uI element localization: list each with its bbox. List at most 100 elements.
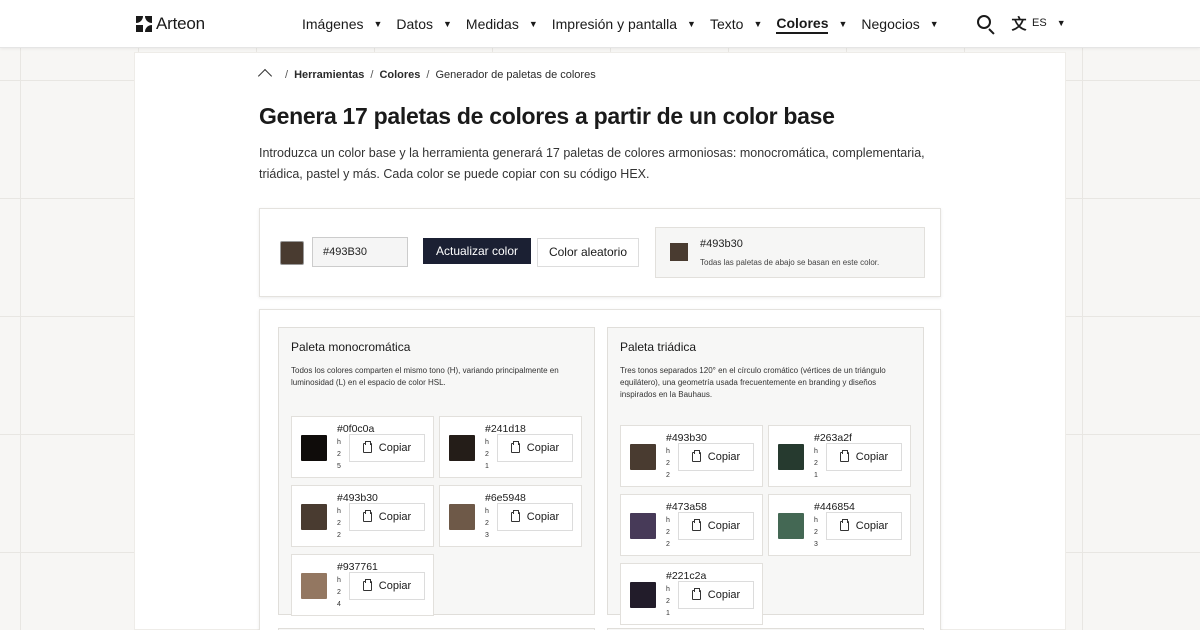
color-card: #6e5948 h 2 3 Copiar — [439, 485, 582, 547]
breadcrumb-link-colores[interactable]: Colores — [379, 69, 420, 81]
copy-button[interactable]: Copiar — [678, 581, 754, 609]
menu-item-label: Negocios — [861, 16, 920, 32]
copy-button[interactable]: Copiar — [678, 443, 754, 471]
copy-button[interactable]: Copiar — [678, 512, 754, 540]
clipboard-icon — [510, 510, 520, 522]
color-meta-line: 2 — [337, 520, 341, 527]
color-meta: h 2 2 — [337, 506, 343, 542]
color-picker-swatch[interactable] — [280, 241, 304, 265]
page-title: Genera 17 paletas de colores a partir de… — [259, 103, 835, 129]
copy-label: Copiar — [378, 442, 412, 454]
main-menu: Imágenes ▼ Datos ▼ Medidas ▼ Impresión y… — [302, 0, 953, 48]
clipboard-icon — [691, 450, 701, 462]
palette-title: Paleta monocromática — [291, 340, 411, 354]
color-meta-line: 2 — [666, 598, 670, 605]
color-swatch — [778, 444, 804, 470]
color-meta-line: h — [666, 586, 670, 593]
color-meta: h 2 2 — [666, 446, 672, 482]
copy-button[interactable]: Copiar — [349, 434, 425, 462]
color-swatch — [630, 444, 656, 470]
clipboard-icon — [691, 519, 701, 531]
language-selector[interactable]: 文 ES ▼ — [1010, 13, 1066, 34]
color-meta-line: 2 — [814, 460, 818, 467]
caret-down-icon: ▼ — [1056, 18, 1066, 28]
color-meta-line: 3 — [485, 532, 489, 539]
caret-down-icon: ▼ — [528, 19, 538, 29]
clipboard-icon — [691, 588, 701, 600]
color-meta: h 2 1 — [485, 437, 491, 473]
color-card: #473a58 h 2 2 Copiar — [620, 494, 763, 556]
palettes-container: Paleta monocromática Todos los colores c… — [259, 309, 941, 630]
palette-description: Todos los colores comparten el mismo ton… — [291, 366, 559, 387]
copy-button[interactable]: Copiar — [497, 503, 573, 531]
color-swatch — [301, 573, 327, 599]
color-meta-line: 2 — [666, 460, 670, 467]
color-meta: h 2 2 — [666, 515, 672, 551]
color-meta-line: 2 — [337, 589, 341, 596]
menu-item-label: Texto — [709, 16, 744, 32]
color-meta-line: 2 — [485, 451, 489, 458]
copy-label: Copiar — [378, 511, 412, 523]
breadcrumb-current: Generador de paletas de colores — [435, 69, 596, 81]
copy-button[interactable]: Copiar — [826, 512, 902, 540]
color-meta-line: h — [337, 577, 341, 584]
color-meta-line: 1 — [666, 610, 670, 617]
color-card: #493b30 h 2 2 Copiar — [620, 425, 763, 487]
hex-input[interactable] — [312, 237, 408, 267]
translate-icon: 文 — [1011, 15, 1027, 33]
color-meta-line: 1 — [485, 463, 489, 470]
palette-description: Tres tonos separados 120° en el círculo … — [620, 366, 886, 399]
nav-actions: 文 ES ▼ — [976, 12, 1066, 35]
brand-logo[interactable]: Arteon — [136, 14, 205, 34]
copy-label: Copiar — [855, 520, 889, 532]
page-description: Introduzca un color base y la herramient… — [259, 146, 925, 181]
color-meta: h 2 5 — [337, 437, 343, 473]
copy-button[interactable]: Copiar — [497, 434, 573, 462]
color-swatch — [630, 582, 656, 608]
clipboard-icon — [362, 510, 372, 522]
top-navbar: Arteon Imágenes ▼ Datos ▼ Medidas ▼ Impr… — [0, 0, 1200, 48]
color-swatch — [630, 513, 656, 539]
random-color-button[interactable]: Color aleatorio — [537, 238, 639, 267]
color-swatch — [778, 513, 804, 539]
menu-item-datos[interactable]: Datos ▼ — [396, 0, 452, 48]
palette-triadic: Paleta triádica Tres tonos separados 120… — [607, 327, 924, 625]
palette-title: Paleta triádica — [620, 340, 697, 354]
menu-item-negocios[interactable]: Negocios ▼ — [861, 0, 938, 48]
color-meta-line: h — [814, 517, 818, 524]
menu-item-imagenes[interactable]: Imágenes ▼ — [302, 0, 382, 48]
menu-item-label: Datos — [396, 16, 433, 32]
color-swatch — [301, 504, 327, 530]
menu-item-colores[interactable]: Colores ▼ — [776, 0, 847, 48]
clipboard-icon — [362, 579, 372, 591]
copy-button[interactable]: Copiar — [349, 503, 425, 531]
color-card: #937761 h 2 4 Copiar — [291, 554, 434, 616]
language-code: ES — [1032, 17, 1047, 29]
palette-monochromatic: Paleta monocromática Todos los colores c… — [278, 327, 595, 616]
clipboard-icon — [362, 441, 372, 453]
current-color-swatch — [670, 243, 688, 261]
copy-button[interactable]: Copiar — [826, 443, 902, 471]
copy-label: Copiar — [707, 451, 741, 463]
update-color-button[interactable]: Actualizar color — [423, 238, 531, 264]
search-icon[interactable] — [976, 12, 996, 35]
color-meta-line: 2 — [666, 472, 670, 479]
breadcrumb-link-herramientas[interactable]: Herramientas — [294, 69, 364, 81]
color-card: #493b30 h 2 2 Copiar — [291, 485, 434, 547]
color-meta: h 2 3 — [485, 506, 491, 542]
copy-label: Copiar — [378, 580, 412, 592]
clipboard-icon — [510, 441, 520, 453]
menu-item-label: Imágenes — [302, 16, 364, 32]
menu-item-impresion[interactable]: Impresión y pantalla ▼ — [552, 0, 696, 48]
menu-item-texto[interactable]: Texto ▼ — [710, 0, 762, 48]
color-controls: Actualizar color Color aleatorio #493b30… — [259, 208, 941, 297]
copy-label: Copiar — [855, 451, 889, 463]
color-meta-line: 3 — [814, 541, 818, 548]
color-meta: h 2 4 — [337, 575, 343, 611]
home-icon[interactable] — [257, 68, 273, 84]
color-meta-line: h — [814, 448, 818, 455]
caret-down-icon: ▼ — [687, 19, 696, 29]
menu-item-medidas[interactable]: Medidas ▼ — [466, 0, 538, 48]
copy-button[interactable]: Copiar — [349, 572, 425, 600]
color-meta-line: 2 — [337, 451, 341, 458]
